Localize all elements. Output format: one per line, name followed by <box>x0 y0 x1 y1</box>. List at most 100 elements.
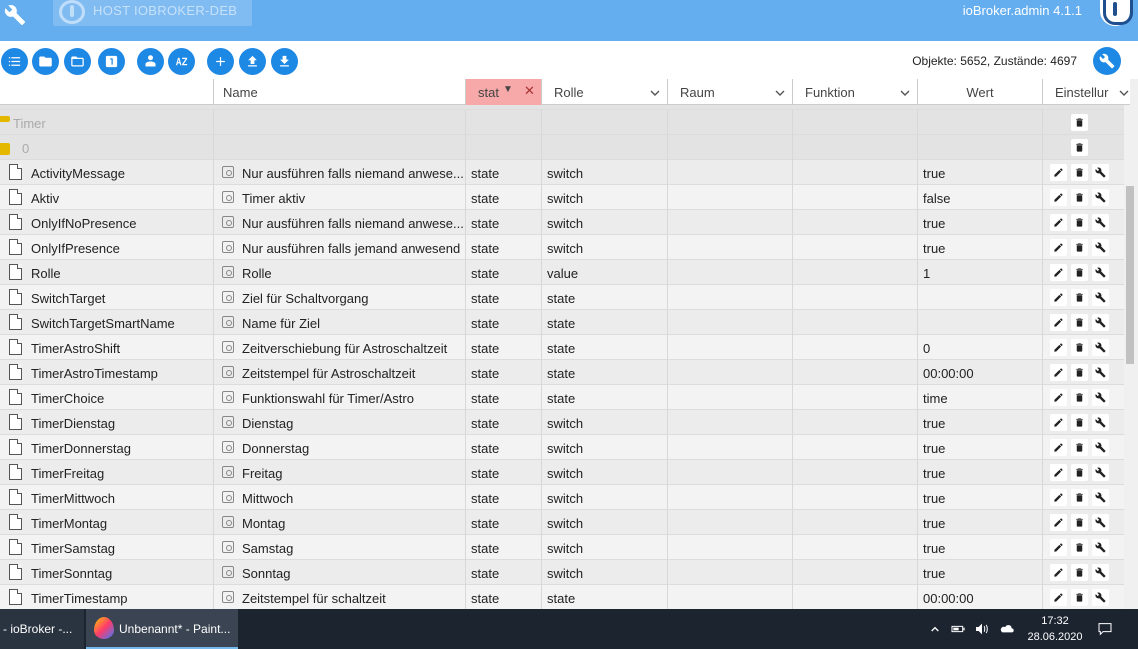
custom-settings-button[interactable] <box>1092 439 1109 456</box>
host-selector[interactable]: HOST IOBROKER-DEB <box>53 0 252 26</box>
function-cell[interactable] <box>792 460 917 485</box>
custom-settings-button[interactable] <box>1092 589 1109 606</box>
table-row[interactable]: TimerMittwoch Mittwoch state switch true <box>0 485 1124 510</box>
table-row[interactable]: OnlyIfPresence Nur ausführen falls jemand… <box>0 235 1124 260</box>
table-row[interactable]: SwitchTarget Ziel für Schaltvorgang state s… <box>0 285 1124 310</box>
delete-button[interactable] <box>1071 214 1088 231</box>
delete-button[interactable] <box>1071 314 1088 331</box>
function-cell[interactable] <box>792 435 917 460</box>
delete-button[interactable] <box>1071 189 1088 206</box>
table-row[interactable]: TimerAstroTimestamp Zeitstempel für Astro… <box>0 360 1124 385</box>
room-cell[interactable] <box>667 560 792 585</box>
volume-icon[interactable] <box>972 609 992 649</box>
custom-settings-button[interactable] <box>1092 364 1109 381</box>
room-cell[interactable] <box>667 160 792 185</box>
delete-button[interactable] <box>1071 389 1088 406</box>
edit-button[interactable] <box>1050 414 1067 431</box>
room-cell[interactable] <box>667 460 792 485</box>
edit-button[interactable] <box>1050 389 1067 406</box>
scrollbar-thumb[interactable] <box>1126 186 1134 364</box>
delete-button[interactable] <box>1071 589 1088 606</box>
delete-button[interactable] <box>1071 539 1088 556</box>
settings-button[interactable] <box>1093 47 1121 75</box>
room-cell[interactable] <box>667 385 792 410</box>
function-cell[interactable] <box>792 185 917 210</box>
edit-button[interactable] <box>1050 289 1067 306</box>
function-cell[interactable] <box>792 385 917 410</box>
edit-button[interactable] <box>1050 489 1067 506</box>
table-row[interactable]: TimerSamstag Samstag state switch true <box>0 535 1124 560</box>
sort-az-button[interactable] <box>168 48 195 75</box>
room-cell[interactable] <box>667 185 792 210</box>
table-row[interactable]: OnlyIfNoPresence Nur ausführen falls niem… <box>0 210 1124 235</box>
function-cell[interactable] <box>792 260 917 285</box>
clear-filter-icon[interactable]: ✕ <box>524 83 535 99</box>
custom-settings-button[interactable] <box>1092 514 1109 531</box>
room-cell[interactable] <box>667 410 792 435</box>
function-cell[interactable] <box>792 410 917 435</box>
custom-settings-button[interactable] <box>1092 339 1109 356</box>
role-column-filter[interactable]: Rolle <box>541 79 667 105</box>
system-clock[interactable]: 17:32 28.06.2020 <box>1025 613 1085 645</box>
custom-settings-button[interactable] <box>1092 164 1109 181</box>
edit-button[interactable] <box>1050 214 1067 231</box>
room-cell[interactable] <box>667 210 792 235</box>
function-cell[interactable] <box>792 485 917 510</box>
function-column-filter[interactable]: Funktion <box>792 79 917 105</box>
room-cell[interactable] <box>667 235 792 260</box>
room-column-filter[interactable]: Raum <box>667 79 792 105</box>
custom-settings-button[interactable] <box>1092 189 1109 206</box>
edit-button[interactable] <box>1050 539 1067 556</box>
delete-button[interactable] <box>1071 114 1088 131</box>
edit-button[interactable] <box>1050 364 1067 381</box>
custom-settings-button[interactable] <box>1092 564 1109 581</box>
room-cell[interactable] <box>667 285 792 310</box>
edit-button[interactable] <box>1050 464 1067 481</box>
table-row[interactable]: TimerChoice Funktionswahl für Timer/Astro… <box>0 385 1124 410</box>
add-object-button[interactable] <box>207 48 234 75</box>
expand-folders-button[interactable] <box>64 48 91 75</box>
custom-settings-button[interactable] <box>1092 414 1109 431</box>
room-cell[interactable] <box>667 435 792 460</box>
delete-button[interactable] <box>1071 364 1088 381</box>
edit-button[interactable] <box>1050 314 1067 331</box>
name-column-header[interactable]: Name <box>213 79 465 105</box>
delete-button[interactable] <box>1071 439 1088 456</box>
table-row[interactable]: Rolle Rolle state value 1 <box>0 260 1124 285</box>
expert-mode-button[interactable] <box>137 48 164 75</box>
taskbar-item-iobroker[interactable]: - ioBroker -... <box>0 609 84 649</box>
function-cell[interactable] <box>792 235 917 260</box>
table-row[interactable]: Aktiv Timer aktiv state switch false <box>0 185 1124 210</box>
room-cell[interactable] <box>667 335 792 360</box>
collapse-folders-button[interactable] <box>32 48 59 75</box>
table-row[interactable]: TimerDienstag Dienstag state switch true <box>0 410 1124 435</box>
table-row[interactable]: SwitchTargetSmartName Name für Ziel state s… <box>0 310 1124 335</box>
table-row[interactable]: TimerFreitag Freitag state switch true <box>0 460 1124 485</box>
edit-button[interactable] <box>1050 514 1067 531</box>
delete-button[interactable] <box>1071 414 1088 431</box>
notification-icon[interactable] <box>1094 609 1116 649</box>
edit-button[interactable] <box>1050 439 1067 456</box>
custom-settings-button[interactable] <box>1092 489 1109 506</box>
custom-settings-button[interactable] <box>1092 264 1109 281</box>
table-row[interactable]: TimerTimestamp Zeitstempel für schaltzeit… <box>0 585 1124 609</box>
delete-button[interactable] <box>1071 514 1088 531</box>
chevron-down-icon[interactable]: ▼ <box>503 84 513 95</box>
upload-button[interactable] <box>239 48 266 75</box>
function-cell[interactable] <box>792 160 917 185</box>
delete-button[interactable] <box>1071 339 1088 356</box>
function-cell[interactable] <box>792 510 917 535</box>
delete-button[interactable] <box>1071 564 1088 581</box>
delete-button[interactable] <box>1071 164 1088 181</box>
custom-settings-button[interactable] <box>1092 464 1109 481</box>
custom-settings-button[interactable] <box>1092 539 1109 556</box>
room-cell[interactable] <box>667 535 792 560</box>
room-cell[interactable] <box>667 585 792 609</box>
table-row[interactable]: TimerAstroShift Zeitverschiebung für Astr… <box>0 335 1124 360</box>
battery-icon[interactable] <box>948 609 968 649</box>
wrench-icon[interactable] <box>4 4 26 26</box>
custom-settings-button[interactable] <box>1092 239 1109 256</box>
edit-button[interactable] <box>1050 339 1067 356</box>
function-cell[interactable] <box>792 585 917 609</box>
custom-settings-button[interactable] <box>1092 214 1109 231</box>
